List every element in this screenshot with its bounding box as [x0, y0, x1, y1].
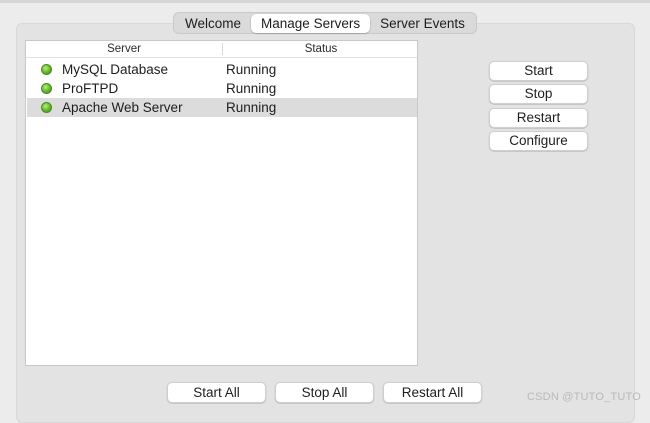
table-row[interactable]: ProFTPD Running	[27, 79, 417, 98]
server-name: ProFTPD	[62, 81, 119, 96]
tab-server-events[interactable]: Server Events	[370, 14, 475, 33]
server-status: Running	[226, 100, 277, 115]
tab-welcome[interactable]: Welcome	[175, 14, 251, 33]
green-status-icon	[41, 64, 52, 75]
restart-all-button[interactable]: Restart All	[383, 382, 482, 403]
green-status-icon	[41, 102, 52, 113]
server-status: Running	[226, 81, 277, 96]
server-name: Apache Web Server	[62, 100, 183, 115]
window-top-border	[0, 0, 650, 3]
tab-bar: Welcome Manage Servers Server Events	[173, 12, 477, 34]
table-row-selected[interactable]: Apache Web Server Running	[27, 98, 417, 117]
green-status-icon	[41, 83, 52, 94]
start-button[interactable]: Start	[489, 61, 588, 81]
start-all-button[interactable]: Start All	[167, 382, 266, 403]
server-status: Running	[226, 62, 277, 77]
tab-manage-servers[interactable]: Manage Servers	[251, 13, 371, 33]
configure-button[interactable]: Configure	[489, 131, 588, 151]
table-header: Server Status	[26, 41, 417, 58]
server-name: MySQL Database	[62, 62, 169, 77]
restart-button[interactable]: Restart	[489, 108, 588, 128]
stop-all-button[interactable]: Stop All	[275, 382, 374, 403]
server-table[interactable]: Server Status MySQL Database Running Pro…	[25, 40, 418, 366]
column-header-server[interactable]: Server	[26, 41, 222, 57]
table-row[interactable]: MySQL Database Running	[27, 60, 417, 79]
stop-button[interactable]: Stop	[489, 84, 588, 104]
watermark-text: CSDN @TUTO_TUTO	[527, 391, 641, 403]
column-header-status[interactable]: Status	[223, 41, 419, 57]
